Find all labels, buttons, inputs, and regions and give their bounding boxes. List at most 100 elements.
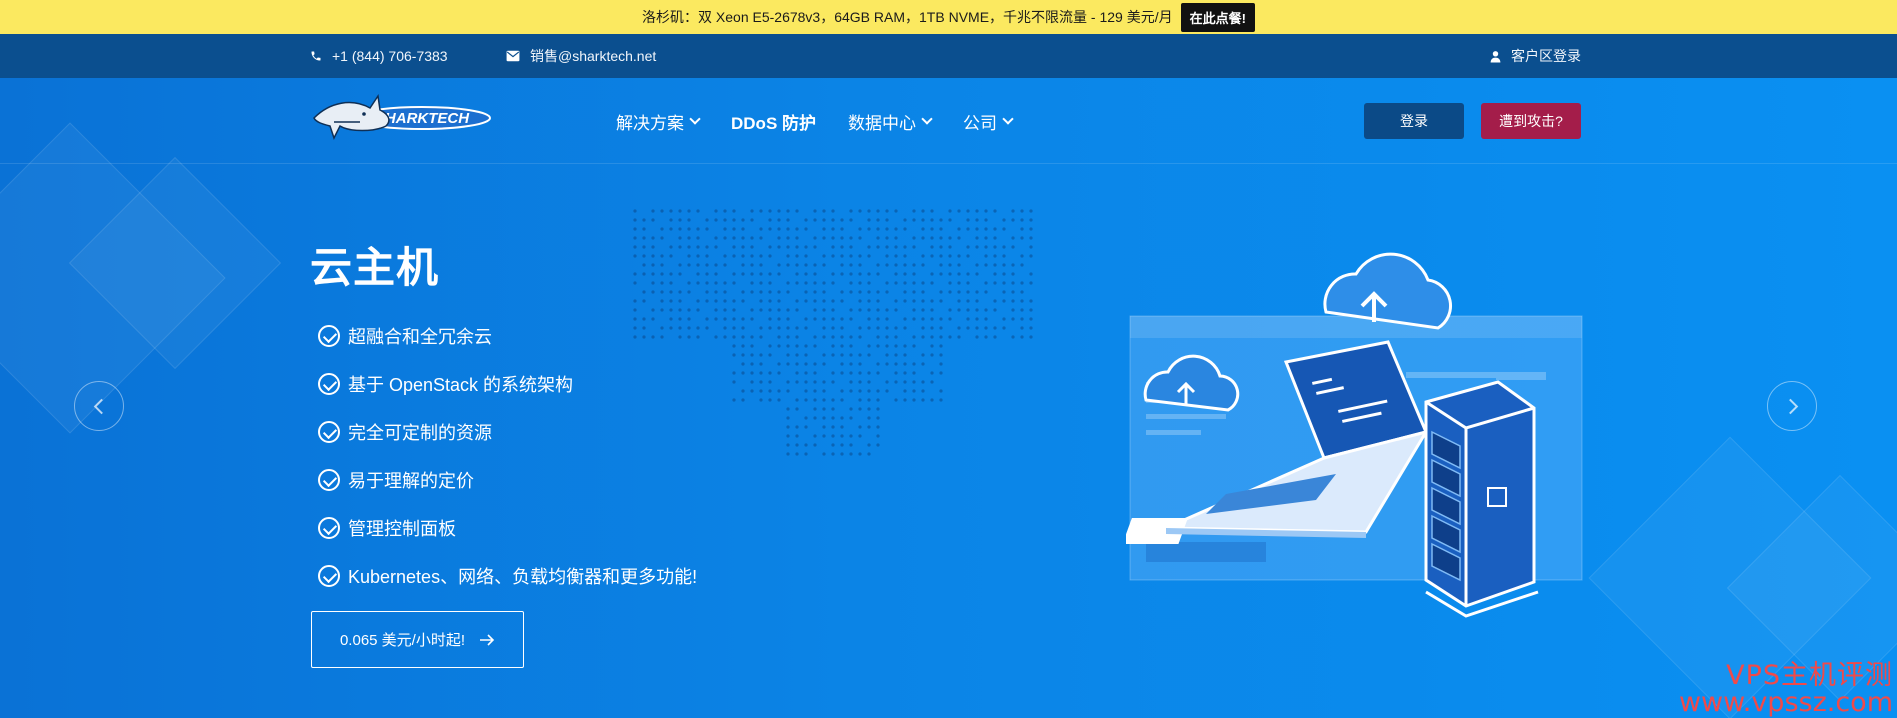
map-dot <box>669 227 673 231</box>
email-link[interactable]: 销售@sharktech.net <box>506 34 656 78</box>
map-dot <box>696 263 700 267</box>
map-dot <box>831 326 835 330</box>
map-dot <box>876 434 880 438</box>
map-dot <box>813 290 817 294</box>
map-dot <box>732 281 736 285</box>
map-dot <box>930 308 934 312</box>
map-dot <box>858 326 862 330</box>
map-dot <box>876 407 880 411</box>
feature-text: 基于 OpenStack 的系统架构 <box>348 375 574 395</box>
map-dot <box>858 290 862 294</box>
map-dot <box>669 218 673 222</box>
map-dot <box>750 308 754 312</box>
map-dot <box>732 236 736 240</box>
feature-item: 超融合和全冗余云 <box>318 312 697 360</box>
map-dot <box>939 398 943 402</box>
map-dot <box>795 299 799 303</box>
map-dot <box>750 281 754 285</box>
map-dot <box>687 209 691 213</box>
map-dot <box>903 245 907 249</box>
map-dot <box>714 209 718 213</box>
map-dot <box>858 380 862 384</box>
chevron-down-icon <box>1002 113 1014 125</box>
map-dot <box>822 407 826 411</box>
under-attack-button[interactable]: 遭到攻击? <box>1481 103 1581 139</box>
map-dot <box>714 218 718 222</box>
map-dot <box>894 308 898 312</box>
map-dot <box>876 362 880 366</box>
map-dot <box>876 344 880 348</box>
login-button[interactable]: 登录 <box>1364 103 1464 139</box>
map-dot <box>714 245 718 249</box>
map-dot <box>1011 236 1015 240</box>
carousel-next-button[interactable] <box>1767 381 1817 431</box>
map-dot <box>1020 227 1024 231</box>
map-dot <box>786 353 790 357</box>
map-dot <box>885 263 889 267</box>
map-dot <box>696 236 700 240</box>
map-dot <box>750 236 754 240</box>
order-here-button[interactable]: 在此点餐! <box>1180 2 1255 32</box>
map-dot <box>939 335 943 339</box>
client-login-label: 客户区登录 <box>1511 48 1581 64</box>
menu-ddos[interactable]: DDoS 防护 <box>731 109 816 134</box>
map-dot <box>1002 245 1006 249</box>
map-dot <box>669 245 673 249</box>
map-dot <box>669 281 673 285</box>
map-dot <box>903 218 907 222</box>
map-dot <box>957 236 961 240</box>
map-dot <box>795 452 799 456</box>
map-dot <box>696 227 700 231</box>
map-dot <box>885 209 889 213</box>
map-dot <box>885 317 889 321</box>
map-dot <box>867 245 871 249</box>
map-dot <box>849 209 853 213</box>
map-dot <box>1011 335 1015 339</box>
menu-company[interactable]: 公司 <box>963 109 1014 134</box>
map-dot <box>966 254 970 258</box>
map-dot <box>633 218 637 222</box>
map-dot <box>858 398 862 402</box>
map-dot <box>993 236 997 240</box>
map-dot <box>804 245 808 249</box>
map-dot <box>750 389 754 393</box>
phone-link[interactable]: +1 (844) 706-7383 <box>310 34 448 78</box>
map-dot <box>939 290 943 294</box>
map-dot <box>885 326 889 330</box>
map-dot <box>903 290 907 294</box>
map-dot <box>714 317 718 321</box>
map-dot <box>831 353 835 357</box>
map-dot <box>966 326 970 330</box>
map-dot <box>714 335 718 339</box>
map-dot <box>777 227 781 231</box>
client-login-link[interactable]: 客户区登录 <box>1490 34 1581 78</box>
map-dot <box>723 263 727 267</box>
menu-datacenter[interactable]: 数据中心 <box>848 109 933 134</box>
pricing-cta-button[interactable]: 0.065 美元/小时起! <box>311 611 524 668</box>
map-dot <box>633 227 637 231</box>
map-dot <box>984 317 988 321</box>
map-dot <box>633 299 637 303</box>
carousel-prev-button[interactable] <box>74 381 124 431</box>
map-dot <box>975 317 979 321</box>
map-dot <box>1011 245 1015 249</box>
map-dot <box>903 299 907 303</box>
map-dot <box>831 299 835 303</box>
map-dot <box>903 371 907 375</box>
map-dot <box>678 299 682 303</box>
sharktech-logo[interactable]: SHARKTECH <box>310 88 494 152</box>
map-dot <box>939 389 943 393</box>
map-dot <box>642 245 646 249</box>
map-dot <box>993 326 997 330</box>
map-dot <box>804 452 808 456</box>
map-dot <box>948 335 952 339</box>
map-dot <box>867 209 871 213</box>
map-dot <box>786 425 790 429</box>
map-dot <box>876 317 880 321</box>
map-dot <box>975 335 979 339</box>
menu-solutions[interactable]: 解决方案 <box>616 109 701 134</box>
map-dot <box>768 344 772 348</box>
feature-text: 易于理解的定价 <box>348 471 474 491</box>
map-dot <box>930 299 934 303</box>
map-dot <box>966 218 970 222</box>
